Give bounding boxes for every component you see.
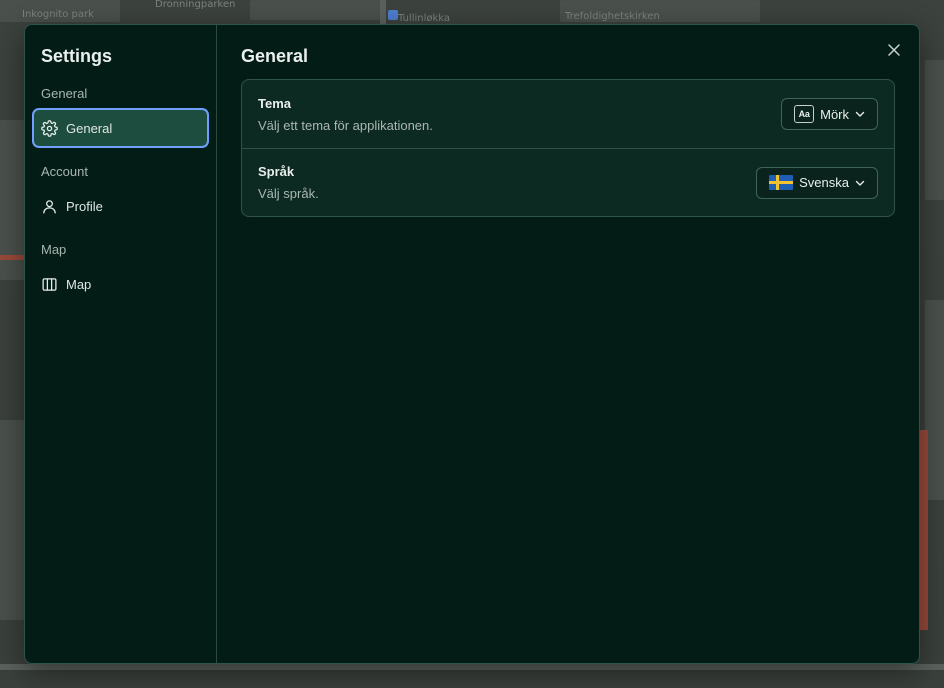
settings-dialog: Settings General General Account Profile… [24,24,920,664]
map-icon [41,276,58,293]
chevron-down-icon [855,178,865,188]
setting-title: Språk [258,164,295,179]
user-icon [41,198,58,215]
sidebar-item-map[interactable]: Map [33,265,208,303]
setting-description: Välj ett tema för applikationen. [258,117,433,133]
theme-badge-icon: Aa [794,105,815,123]
settings-sidebar: Settings General General Account Profile… [25,25,217,663]
sidebar-item-general[interactable]: General [32,108,209,148]
map-label: Inkognito park [22,9,94,20]
language-select-value: Svenska [799,175,849,190]
sidebar-group-general: General [41,86,88,101]
setting-theme: Tema Välj ett tema för applikationen. Aa… [242,80,894,148]
theme-select-value: Mörk [820,106,849,122]
page-title: General [241,46,309,66]
setting-language: Språk Välj språk. Svenska [242,148,894,216]
sweden-flag-icon [769,175,794,190]
sidebar-item-profile[interactable]: Profile [33,187,208,225]
sidebar-item-label: General [66,120,113,136]
sidebar-title: Settings [41,46,113,66]
map-label: Dronningparken [155,0,236,10]
sidebar-item-label: Map [66,276,92,292]
settings-card: Tema Välj ett tema för applikationen. Aa… [241,79,895,217]
gear-icon [41,119,58,137]
chevron-down-icon [855,109,865,119]
sidebar-group-map: Map [41,242,67,257]
close-button[interactable] [885,41,903,59]
setting-title: Tema [258,95,291,111]
sidebar-item-label: Profile [66,198,103,214]
map-label: Trefoldighetskirken [565,11,660,22]
map-label: Tullinløkka [398,13,451,24]
close-icon [888,44,900,56]
language-select[interactable]: Svenska [756,166,878,199]
settings-content: General Tema Välj ett tema för applikati… [217,25,919,663]
setting-description: Välj språk. [258,186,319,201]
sidebar-group-account: Account [41,164,88,179]
theme-select[interactable]: Aa Mörk [781,98,878,130]
